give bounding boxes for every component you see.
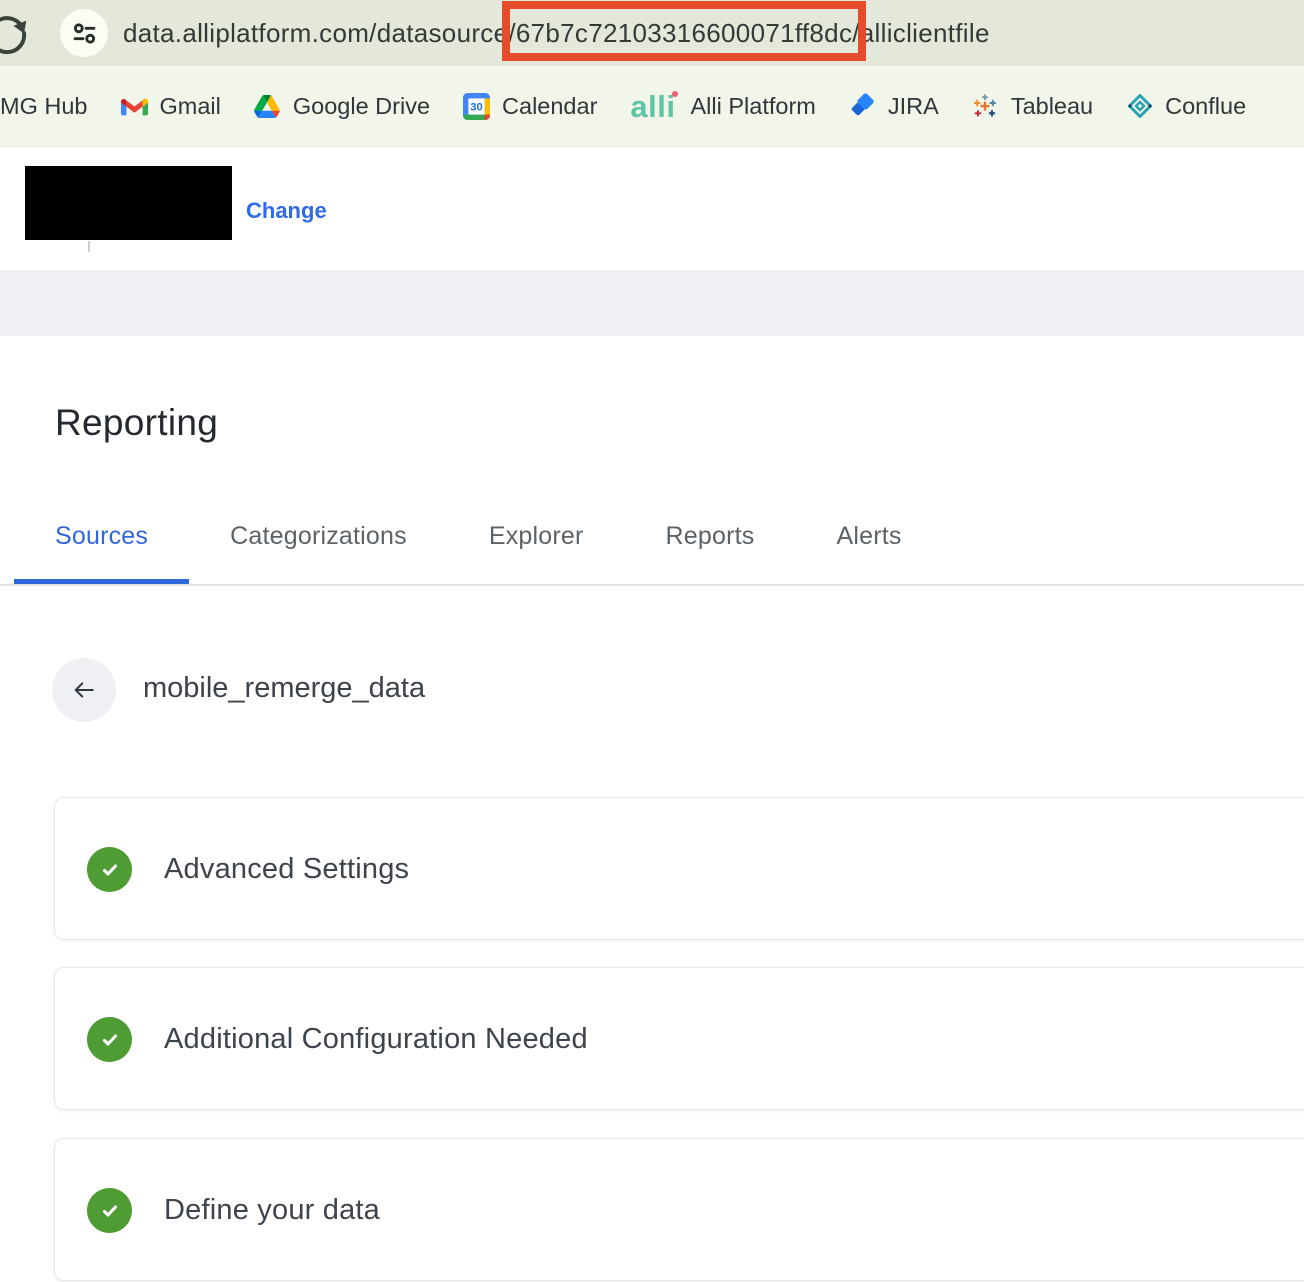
tab-categorizations[interactable]: Categorizations — [189, 512, 448, 584]
bookmark-gmail[interactable]: Gmail — [121, 93, 221, 120]
back-arrow-icon — [70, 676, 98, 704]
page-title: Reporting — [55, 402, 218, 444]
alli-logo-dot — [672, 91, 678, 97]
bookmark-calendar[interactable]: 30 Calendar — [463, 93, 597, 120]
bookmarks-bar: MG Hub Gmail — [0, 66, 1304, 147]
redacted-client-logo — [25, 166, 232, 240]
tableau-icon — [972, 93, 999, 120]
bookmark-label: JIRA — [888, 93, 939, 120]
bookmark-label: MG Hub — [0, 93, 88, 120]
bookmark-alli-platform[interactable]: alli Alli Platform — [630, 91, 815, 122]
step-card-label: Define your data — [164, 1139, 380, 1282]
step-card-label: Additional Configuration Needed — [164, 968, 588, 1111]
screen: data.alliplatform.com/datasource/67b7c72… — [0, 0, 1304, 1282]
back-button[interactable] — [52, 658, 116, 722]
bookmark-jira[interactable]: JIRA — [849, 93, 939, 120]
bookmark-tableau[interactable]: Tableau — [972, 93, 1093, 120]
google-drive-icon — [254, 93, 281, 120]
bookmark-label: Google Drive — [293, 93, 430, 120]
bookmark-label: Tableau — [1011, 93, 1093, 120]
tab-sources[interactable]: Sources — [14, 512, 189, 584]
tabs-divider — [0, 584, 1304, 586]
redaction-artifact — [88, 241, 90, 252]
step-card-define-your-data[interactable]: Define your data — [54, 1138, 1304, 1281]
url-highlighted-id: /67b7c72103316600071ff8dc/ — [508, 18, 859, 48]
calendar-day-number: 30 — [470, 101, 483, 113]
tab-alerts[interactable]: Alerts — [795, 512, 942, 584]
confluence-icon — [1126, 93, 1153, 120]
tune-icon — [71, 20, 98, 47]
check-circle-icon — [87, 847, 132, 892]
header-divider-band — [0, 270, 1304, 336]
url-text[interactable]: data.alliplatform.com/datasource/67b7c72… — [123, 0, 990, 66]
step-card-additional-configuration[interactable]: Additional Configuration Needed — [54, 967, 1304, 1110]
url-prefix: data.alliplatform.com/datasource — [123, 18, 508, 48]
alli-logo-icon: alli — [630, 91, 678, 122]
site-settings-button[interactable] — [60, 9, 108, 57]
bookmark-google-drive[interactable]: Google Drive — [254, 93, 430, 120]
bookmark-mg-hub[interactable]: MG Hub — [0, 93, 88, 120]
jira-icon — [849, 93, 876, 120]
check-circle-icon — [87, 1188, 132, 1233]
gmail-icon — [121, 93, 148, 120]
datasource-name: mobile_remerge_data — [143, 672, 425, 705]
bookmark-label: Conflue — [1165, 93, 1246, 120]
bookmark-label: Alli Platform — [691, 93, 816, 120]
reload-icon[interactable] — [0, 10, 30, 56]
change-link[interactable]: Change — [246, 198, 327, 224]
tab-bar: Sources Categorizations Explorer Reports… — [14, 512, 943, 584]
check-circle-icon — [87, 1017, 132, 1062]
step-card-advanced-settings[interactable]: Advanced Settings — [54, 797, 1304, 940]
tab-reports[interactable]: Reports — [625, 512, 796, 584]
bookmark-label: Calendar — [502, 93, 597, 120]
step-card-label: Advanced Settings — [164, 798, 409, 941]
url-suffix: alliclientfile — [860, 18, 990, 48]
bookmark-label: Gmail — [160, 93, 221, 120]
browser-address-bar: data.alliplatform.com/datasource/67b7c72… — [0, 0, 1304, 66]
bookmark-confluence[interactable]: Conflue — [1126, 93, 1246, 120]
google-calendar-icon: 30 — [463, 93, 490, 120]
tab-explorer[interactable]: Explorer — [448, 512, 625, 584]
